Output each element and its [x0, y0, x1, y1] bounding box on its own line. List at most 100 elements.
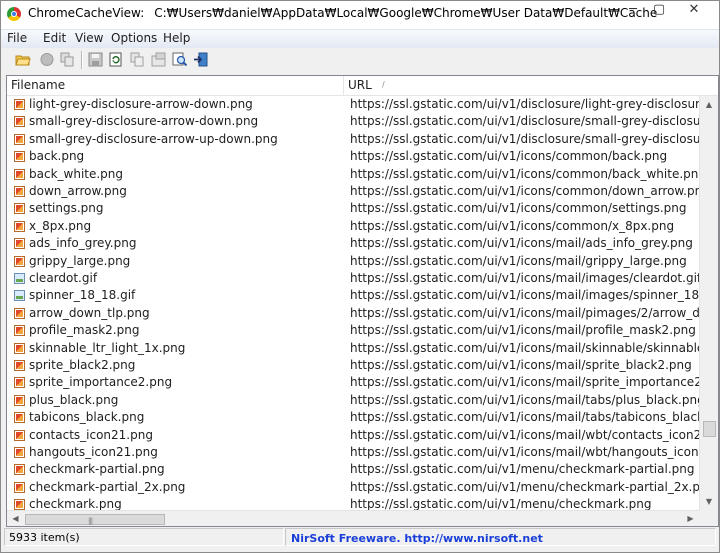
png-file-icon: [14, 447, 25, 458]
table-row[interactable]: light-grey-disclosure-arrow-down.png http…: [7, 96, 699, 113]
png-file-icon: [14, 412, 25, 424]
row-filename: grippy_large.png: [29, 253, 131, 268]
row-url: https://ssl.gstatic.com/ui/v1/icons/comm…: [350, 201, 687, 216]
table-row[interactable]: tabicons_black.png https://ssl.gstatic.co…: [7, 409, 699, 426]
row-url: https://ssl.gstatic.com/ui/v1/icons/mail…: [350, 375, 699, 390]
table-row[interactable]: contacts_icon21.png https://ssl.gstatic.c…: [7, 427, 699, 444]
stop-icon[interactable]: [39, 52, 55, 67]
table-row[interactable]: ads_info_grey.png https://ssl.gstatic.com…: [7, 235, 699, 252]
refresh-icon[interactable]: [108, 52, 124, 67]
png-file-icon: [14, 99, 25, 110]
list-header: Filename URL /: [7, 76, 718, 96]
row-url: https://ssl.gstatic.com/ui/v1/disclosure…: [350, 131, 699, 146]
png-file-icon: [14, 203, 25, 215]
row-filename: sprite_importance2.png: [29, 375, 173, 390]
table-row[interactable]: sprite_importance2.png https://ssl.gstati…: [7, 374, 699, 391]
menu-file[interactable]: File: [7, 31, 27, 45]
copy-icon[interactable]: [129, 52, 145, 67]
png-file-icon: [14, 499, 25, 510]
table-row[interactable]: profile_mask2.png https://ssl.gstatic.com…: [7, 322, 699, 339]
table-row[interactable]: small-grey-disclosure-arrow-up-down.png h…: [7, 131, 699, 148]
table-row[interactable]: grippy_large.png https://ssl.gstatic.com/…: [7, 253, 699, 270]
row-url: https://ssl.gstatic.com/ui/v1/icons/comm…: [350, 218, 675, 233]
vertical-scrollbar[interactable]: ▲ ▼: [699, 96, 718, 510]
exit-icon[interactable]: [193, 52, 209, 67]
table-row[interactable]: x_8px.png https://ssl.gstatic.com/ui/v1/i…: [7, 218, 699, 235]
vertical-scroll-thumb[interactable]: [703, 421, 716, 437]
png-file-icon: [14, 133, 25, 145]
row-filename: arrow_down_tlp.png: [29, 305, 150, 320]
table-row[interactable]: skinnable_ltr_light_1x.png https://ssl.gs…: [7, 340, 699, 357]
gif-file-icon: [14, 273, 25, 284]
menu-help[interactable]: Help: [163, 31, 190, 45]
sort-indicator-icon: /: [382, 80, 385, 89]
scroll-up-icon[interactable]: ▲: [700, 96, 718, 113]
table-row[interactable]: sprite_black2.png https://ssl.gstatic.com…: [7, 357, 699, 374]
scroll-right-icon[interactable]: ▶: [682, 511, 699, 526]
copy-files-icon[interactable]: [59, 52, 75, 67]
scroll-left-icon[interactable]: ◀: [7, 511, 24, 526]
row-filename: light-grey-disclosure-arrow-down.png: [29, 97, 253, 111]
menu-options[interactable]: Options: [111, 31, 157, 45]
menu-view[interactable]: View: [75, 31, 103, 45]
table-row[interactable]: back_white.png https://ssl.gstatic.com/ui…: [7, 166, 699, 183]
table-row[interactable]: cleardot.gif https://ssl.gstatic.com/ui/v…: [7, 270, 699, 287]
app-window: ChromeCacheView: C:₩Users₩daniel₩AppData₩…: [0, 0, 720, 553]
horizontal-scrollbar[interactable]: ◀ ||| ▶: [7, 510, 699, 526]
save-icon[interactable]: [88, 52, 104, 67]
cache-file-list[interactable]: Filename URL / light-grey-disclosure-arr…: [6, 75, 719, 527]
toolbar-separator: [81, 51, 83, 69]
open-folder-icon[interactable]: [15, 52, 31, 67]
row-filename: small-grey-disclosure-arrow-down.png: [29, 114, 259, 129]
horizontal-scroll-thumb[interactable]: |||: [25, 514, 165, 525]
scroll-corner: [699, 510, 718, 526]
maximize-button[interactable]: ▢: [644, 1, 674, 21]
table-row[interactable]: settings.png https://ssl.gstatic.com/ui/v…: [7, 200, 699, 217]
row-url: https://ssl.gstatic.com/ui/v1/icons/mail…: [350, 253, 687, 268]
row-url: https://ssl.gstatic.com/ui/v1/disclosure…: [350, 114, 699, 129]
row-filename: profile_mask2.png: [29, 323, 140, 338]
row-url: https://ssl.gstatic.com/ui/v1/icons/mail…: [350, 358, 692, 372]
close-button[interactable]: ✕: [677, 1, 711, 21]
row-filename: sprite_black2.png: [29, 358, 136, 372]
table-row[interactable]: down_arrow.png https://ssl.gstatic.com/ui…: [7, 183, 699, 200]
png-file-icon: [14, 168, 25, 180]
row-url: https://ssl.gstatic.com/ui/v1/icons/mail…: [350, 305, 699, 320]
list-rows: light-grey-disclosure-arrow-down.png http…: [7, 96, 699, 510]
column-header-filename[interactable]: Filename: [7, 76, 344, 95]
table-row[interactable]: back.png https://ssl.gstatic.com/ui/v1/ic…: [7, 148, 699, 165]
toolbar: [1, 48, 719, 72]
row-url: https://ssl.gstatic.com/ui/v1/icons/mail…: [350, 271, 699, 285]
row-filename: contacts_icon21.png: [29, 427, 153, 442]
table-row[interactable]: spinner_18_18.gif https://ssl.gstatic.com…: [7, 287, 699, 304]
table-row[interactable]: checkmark-partial.png https://ssl.gstatic…: [7, 461, 699, 478]
window-title: ChromeCacheView: C:₩Users₩daniel₩AppData₩…: [28, 6, 657, 20]
png-file-icon: [14, 342, 25, 354]
table-row[interactable]: plus_black.png https://ssl.gstatic.com/ui…: [7, 392, 699, 409]
row-url: https://ssl.gstatic.com/ui/v1/menu/check…: [350, 462, 695, 477]
find-icon[interactable]: [172, 52, 188, 67]
table-row[interactable]: small-grey-disclosure-arrow-down.png http…: [7, 113, 699, 130]
png-file-icon: [14, 481, 25, 493]
row-url: https://ssl.gstatic.com/ui/v1/icons/mail…: [350, 392, 699, 407]
scroll-down-icon[interactable]: ▼: [700, 493, 718, 510]
properties-icon[interactable]: [151, 52, 167, 67]
app-name: ChromeCacheView:: [28, 6, 145, 20]
row-filename: small-grey-disclosure-arrow-up-down.png: [29, 131, 278, 146]
column-header-url[interactable]: URL: [344, 76, 718, 95]
table-row[interactable]: arrow_down_tlp.png https://ssl.gstatic.co…: [7, 305, 699, 322]
row-url: https://ssl.gstatic.com/ui/v1/icons/mail…: [350, 340, 699, 355]
row-filename: spinner_18_18.gif: [29, 288, 136, 303]
cache-path: C:₩Users₩daniel₩AppData₩Local₩Google₩Chr…: [154, 6, 658, 20]
title-bar[interactable]: ChromeCacheView: C:₩Users₩daniel₩AppData₩…: [1, 1, 719, 29]
table-row[interactable]: checkmark-partial_2x.png https://ssl.gsta…: [7, 479, 699, 496]
table-row[interactable]: checkmark.png https://ssl.gstatic.com/ui/…: [7, 496, 699, 510]
nirsoft-link[interactable]: NirSoft Freeware. http://www.nirsoft.net: [291, 530, 543, 548]
row-url: https://ssl.gstatic.com/ui/v1/menu/check…: [350, 479, 699, 494]
png-file-icon: [14, 220, 25, 232]
row-filename: back_white.png: [29, 166, 124, 181]
row-filename: checkmark-partial_2x.png: [29, 479, 186, 494]
table-row[interactable]: hangouts_icon21.png https://ssl.gstatic.c…: [7, 444, 699, 461]
menu-edit[interactable]: Edit: [43, 31, 66, 45]
url-header-label: URL: [348, 78, 372, 92]
